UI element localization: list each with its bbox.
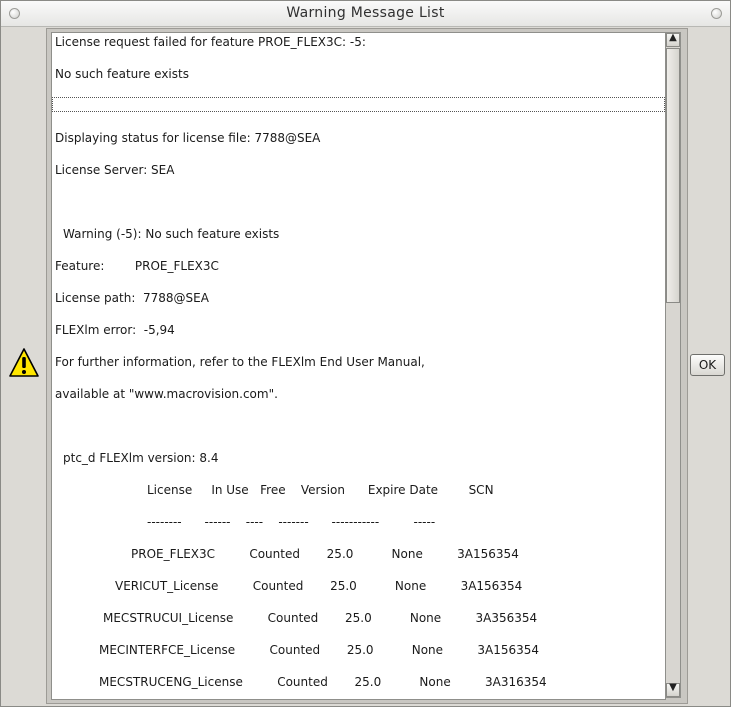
scroll-up-button[interactable]: ▲: [666, 32, 680, 47]
arrow-up-icon: ▲: [669, 32, 677, 43]
message-text-area[interactable]: License request failed for feature PROE_…: [51, 32, 666, 700]
message-line: No such feature exists: [55, 67, 189, 81]
warning-dialog: Warning Message List License request fai…: [0, 0, 731, 707]
message-line: License request failed for feature PROE_…: [55, 35, 366, 49]
message-line: Feature: PROE_FLEX3C: [55, 259, 219, 273]
icon-pane: [3, 28, 44, 704]
window-title: Warning Message List: [286, 5, 445, 21]
arrow-down-icon: ▼: [669, 682, 677, 693]
message-line: For further information, refer to the FL…: [55, 355, 425, 369]
selected-empty-line: [52, 97, 665, 112]
button-pane: OK: [687, 28, 728, 704]
scroll-down-button[interactable]: ▼: [666, 682, 680, 697]
vertical-scrollbar[interactable]: ▲ ▼: [665, 32, 681, 698]
message-line: ptc_d FLEXlm version: 8.4: [63, 451, 219, 465]
message-line: available at "www.macrovision.com".: [55, 387, 278, 401]
message-line: Displaying status for license file: 7788…: [55, 131, 321, 145]
message-line: License In Use Free Version Expire Date …: [147, 483, 494, 497]
message-line: PROE_FLEX3C Counted 25.0 None 3A156354: [131, 547, 519, 561]
close-button[interactable]: [711, 8, 722, 19]
title-bar[interactable]: Warning Message List: [1, 1, 730, 27]
message-line: MECINTERFCE_License Counted 25.0 None 3A…: [99, 643, 540, 657]
ok-button[interactable]: OK: [690, 354, 725, 376]
message-line: MECSTRUCUI_License Counted 25.0 None 3A3…: [103, 611, 538, 625]
message-line: -------- ------ ---- ------- -----------…: [147, 515, 436, 529]
scrollbar-thumb[interactable]: [666, 48, 680, 303]
message-line: License path: 7788@SEA: [55, 291, 209, 305]
message-line: VERICUT_License Counted 25.0 None 3A1563…: [115, 579, 523, 593]
warning-triangle-icon: [9, 348, 39, 377]
message-line: MECSTRUCENG_License Counted 25.0 None 3A…: [99, 675, 547, 689]
message-frame: License request failed for feature PROE_…: [46, 28, 688, 704]
message-line: License Server: SEA: [55, 163, 175, 177]
message-line: Warning (-5): No such feature exists: [63, 227, 280, 241]
message-line: FLEXlm error: -5,94: [55, 323, 175, 337]
